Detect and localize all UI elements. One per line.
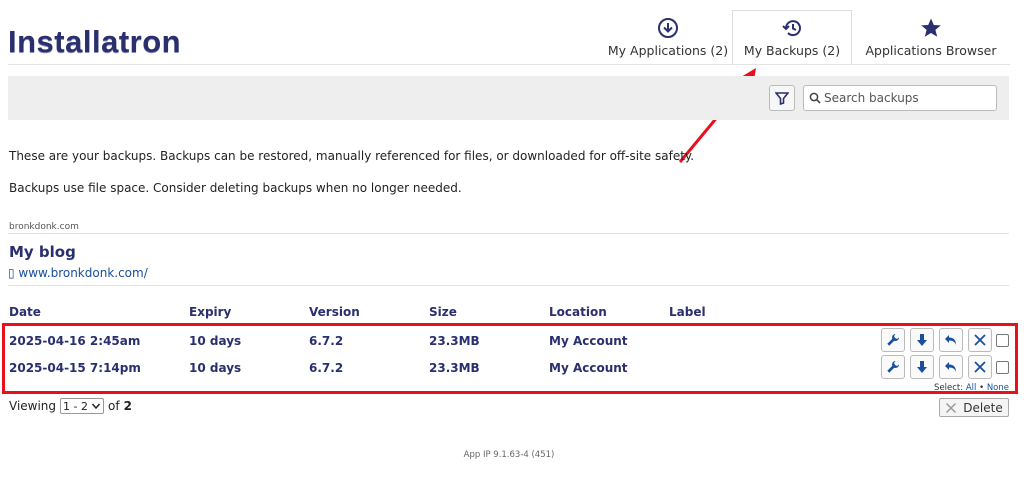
header-location[interactable]: Location <box>549 305 607 319</box>
delete-label: Delete <box>963 400 1003 415</box>
search-box <box>803 85 997 111</box>
wrench-icon <box>887 361 899 373</box>
wrench-icon <box>887 334 899 346</box>
search-input[interactable] <box>824 91 994 105</box>
viewing-label: Viewing <box>9 399 57 413</box>
restore-backup-button[interactable] <box>939 355 963 379</box>
header-label[interactable]: Label <box>669 305 706 319</box>
footer-version: App IP 9.1.63-4 (451) <box>463 450 555 460</box>
row-location: My Account <box>549 361 628 375</box>
row-version: 6.7.2 <box>309 361 344 375</box>
row-expiry: 10 days <box>189 361 242 375</box>
page-range-value: 1 - 2 <box>63 399 89 413</box>
divider <box>8 285 1009 286</box>
row-date: 2025-04-16 2:45am <box>9 334 141 348</box>
restore-backup-button[interactable] <box>939 328 963 352</box>
tab-divider <box>8 64 1010 65</box>
of-label: of <box>108 399 120 413</box>
select-links: Select: All • None <box>934 383 1009 393</box>
chevron-down-icon <box>91 403 101 410</box>
row-select-checkbox[interactable] <box>996 360 1009 374</box>
domain-label: bronkdonk.com <box>9 222 79 232</box>
row-select-checkbox[interactable] <box>996 333 1009 347</box>
total-pages: 2 <box>123 399 132 413</box>
edit-backup-button[interactable] <box>881 355 905 379</box>
header-size[interactable]: Size <box>429 305 457 319</box>
row-actions <box>876 328 1009 352</box>
download-circle-icon <box>658 18 678 38</box>
installatron-logo[interactable]: Installatron <box>8 24 181 60</box>
select-prefix: Select: <box>934 383 964 393</box>
row-expiry: 10 days <box>189 334 242 348</box>
tab-my-backups-label: My Backups (2) <box>743 43 841 58</box>
top-tabs: My Applications (2) My Backups (2) Appli… <box>604 10 1010 65</box>
tab-my-applications[interactable]: My Applications (2) <box>604 10 732 65</box>
download-backup-button[interactable] <box>910 328 934 352</box>
intro-text-1: These are your backups. Backups can be r… <box>9 149 695 163</box>
row-location: My Account <box>549 334 628 348</box>
close-icon <box>974 334 986 346</box>
restore-icon <box>945 362 956 372</box>
delete-backup-button[interactable] <box>968 328 992 352</box>
pagination: Viewing 1 - 2 of 2 <box>9 398 132 414</box>
row-date: 2025-04-15 7:14pm <box>9 361 141 375</box>
delete-selected-button[interactable]: Delete <box>939 398 1009 417</box>
table-row: 2025-04-15 7:14pm 10 days 6.7.2 23.3MB M… <box>9 355 1009 383</box>
download-arrow-icon <box>917 361 927 373</box>
tab-my-backups[interactable]: My Backups (2) <box>732 10 852 65</box>
edit-backup-button[interactable] <box>881 328 905 352</box>
row-size: 23.3MB <box>429 334 480 348</box>
select-all-link[interactable]: All <box>966 383 977 393</box>
header-expiry[interactable]: Expiry <box>189 305 231 319</box>
tab-applications-browser[interactable]: Applications Browser <box>852 10 1010 65</box>
row-size: 23.3MB <box>429 361 480 375</box>
download-backup-button[interactable] <box>910 355 934 379</box>
close-icon <box>946 402 957 413</box>
row-version: 6.7.2 <box>309 334 344 348</box>
download-arrow-icon <box>917 334 927 346</box>
select-none-link[interactable]: None <box>987 383 1009 393</box>
app-url-link[interactable]: ▯ www.bronkdonk.com/ <box>8 266 148 280</box>
delete-backup-button[interactable] <box>968 355 992 379</box>
intro-text-2: Backups use file space. Consider deletin… <box>9 181 462 195</box>
header-date[interactable]: Date <box>9 305 41 319</box>
header-version[interactable]: Version <box>309 305 360 319</box>
history-icon <box>782 20 801 37</box>
row-actions <box>876 355 1009 379</box>
search-icon <box>809 92 821 104</box>
table-row: 2025-04-16 2:45am 10 days 6.7.2 23.3MB M… <box>9 328 1009 356</box>
filter-icon <box>775 92 789 105</box>
restore-icon <box>945 335 956 345</box>
tab-my-applications-label: My Applications (2) <box>607 43 729 58</box>
filter-button[interactable] <box>769 85 795 111</box>
close-icon <box>974 361 986 373</box>
divider <box>8 233 1009 234</box>
page-range-select[interactable]: 1 - 2 <box>60 398 105 414</box>
select-separator: • <box>979 383 985 393</box>
backup-toolbar <box>8 76 1009 120</box>
tab-applications-browser-label: Applications Browser <box>865 43 997 58</box>
app-title: My blog <box>9 243 76 261</box>
star-icon <box>921 18 941 37</box>
